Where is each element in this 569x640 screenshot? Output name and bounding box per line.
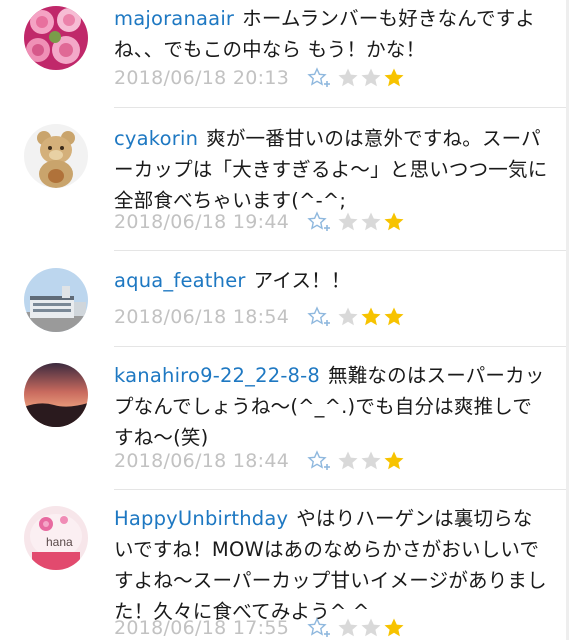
comment-timestamp: 2018/06/18 18:44: [114, 450, 290, 472]
teddy-bear-avatar[interactable]: [24, 124, 88, 188]
comment-text: アイス！！: [253, 269, 351, 292]
star-filled-icon: [384, 451, 404, 470]
star-empty-icon: [361, 68, 381, 87]
star-empty-icon: [338, 307, 358, 326]
comment-username[interactable]: kanahiro9-22_22-8-8: [114, 364, 320, 387]
comment-item: majoranaair ホームランバーも好きなんですよね、、でもこの中なら もう！…: [0, 0, 569, 108]
star-empty-icon: [338, 451, 358, 470]
comment-body: cyakorin 爽が一番甘いのは意外ですね。スーパーカップは「大きすぎるよ〜」と…: [114, 123, 549, 216]
comment-item: cyakorin 爽が一番甘いのは意外ですね。スーパーカップは「大きすぎるよ〜」と…: [0, 108, 569, 251]
comment-timestamp: 2018/06/18 17:55: [114, 617, 290, 639]
star-filled-icon: [384, 212, 404, 231]
comment-item: aqua_feather アイス！！ 2018/06/18 18:54: [0, 251, 569, 347]
star-empty-icon: [361, 618, 381, 637]
star-filled-icon: [384, 307, 404, 326]
cupcake-avatar[interactable]: hana: [24, 506, 88, 570]
star-empty-icon: [338, 68, 358, 87]
favorite-star-plus-icon[interactable]: [307, 211, 331, 233]
comment-username[interactable]: aqua_feather: [114, 269, 246, 292]
star-rating: [337, 617, 406, 639]
comment-username[interactable]: HappyUnbirthday: [114, 507, 288, 530]
comment-item: kanahiro9-22_22-8-8 無難なのはスーパーカップなんでしょうね〜(…: [0, 347, 569, 490]
comment-body: majoranaair ホームランバーも好きなんですよね、、でもこの中なら もう！…: [114, 3, 549, 65]
comment-timestamp: 2018/06/18 19:44: [114, 211, 290, 233]
comment-feed: majoranaair ホームランバーも好きなんですよね、、でもこの中なら もう！…: [0, 0, 569, 640]
comment-meta: 2018/06/18 17:55: [114, 616, 406, 640]
comment-meta: 2018/06/18 20:13: [114, 66, 406, 90]
favorite-star-plus-icon[interactable]: [307, 450, 331, 472]
comment-body: aqua_feather アイス！！: [114, 265, 549, 296]
roses-avatar[interactable]: [24, 6, 88, 70]
comment-item: hana HappyUnbirthday やはりハーゲンは裏切らないですね！MOW…: [0, 490, 569, 640]
favorite-star-plus-icon[interactable]: [307, 67, 331, 89]
comment-timestamp: 2018/06/18 20:13: [114, 67, 290, 89]
comment-body: kanahiro9-22_22-8-8 無難なのはスーパーカップなんでしょうね〜(…: [114, 360, 549, 453]
favorite-star-plus-icon[interactable]: [307, 306, 331, 328]
comment-body: HappyUnbirthday やはりハーゲンは裏切らないですね！MOWはあのなめ…: [114, 503, 549, 627]
star-rating: [337, 67, 406, 89]
star-rating: [337, 450, 406, 472]
favorite-star-plus-icon[interactable]: [307, 617, 331, 639]
star-filled-icon: [361, 307, 381, 326]
comment-username[interactable]: majoranaair: [114, 7, 234, 30]
star-rating: [337, 306, 406, 328]
star-rating: [337, 211, 406, 233]
avatar-text: hana: [46, 535, 73, 549]
comment-meta: 2018/06/18 18:44: [114, 449, 406, 473]
star-empty-icon: [361, 212, 381, 231]
star-empty-icon: [338, 212, 358, 231]
comment-meta: 2018/06/18 19:44: [114, 210, 406, 234]
star-filled-icon: [384, 68, 404, 87]
building-avatar[interactable]: [24, 268, 88, 332]
comment-timestamp: 2018/06/18 18:54: [114, 306, 290, 328]
star-filled-icon: [384, 618, 404, 637]
star-empty-icon: [361, 451, 381, 470]
comment-meta: 2018/06/18 18:54: [114, 305, 406, 329]
comment-username[interactable]: cyakorin: [114, 127, 198, 150]
star-empty-icon: [338, 618, 358, 637]
sunset-avatar[interactable]: [24, 363, 88, 427]
